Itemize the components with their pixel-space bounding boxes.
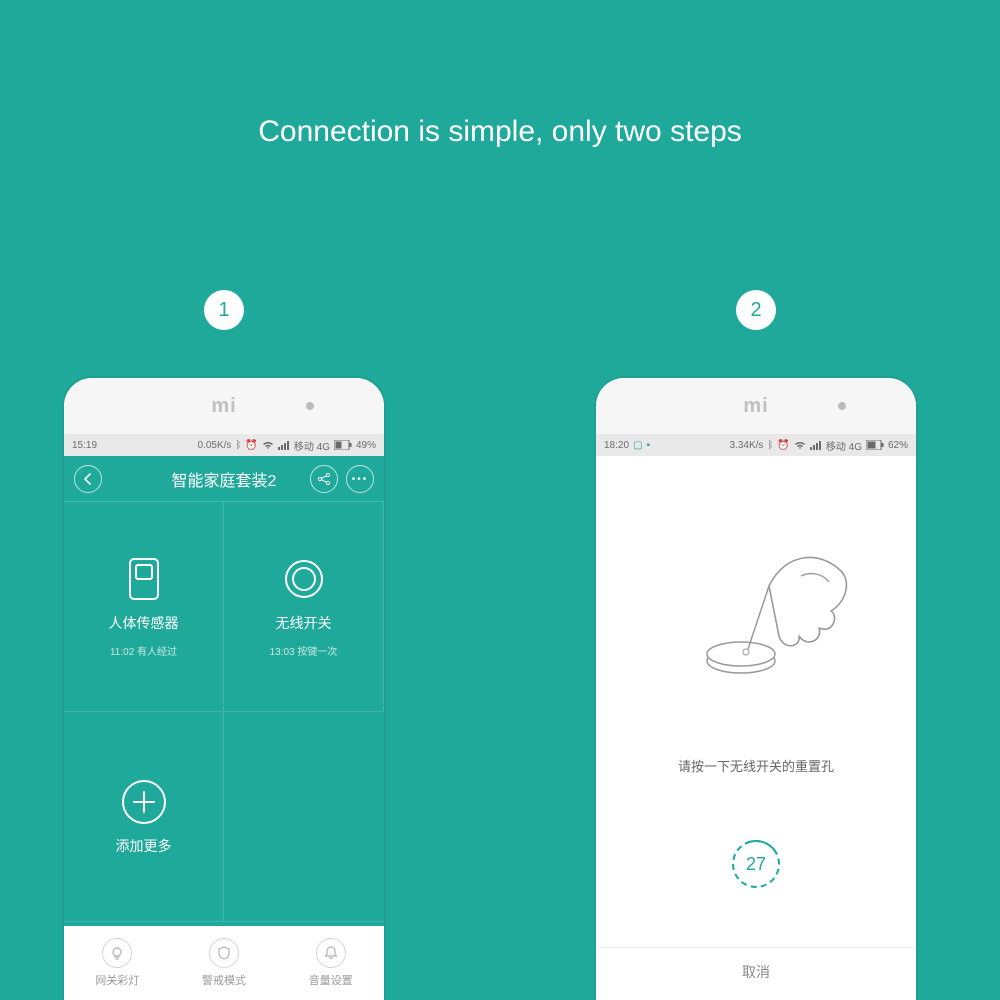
alarm-icon: ⏰ xyxy=(245,440,257,451)
phone-step-1: mi 15:19 0.05K/s ᛒ ⏰ 移动 4G 49% xyxy=(64,378,384,1000)
app-smart-home: 智能家庭套装2 ••• 人体传感器 11:02 有人经过 无线开关 13:03 … xyxy=(64,456,384,1000)
status-network: 移动 4G xyxy=(294,438,330,453)
alarm-icon: ⏰ xyxy=(777,440,789,451)
tile-label: 无线开关 xyxy=(276,613,332,633)
app-pairing: 请按一下无线开关的重置孔 27 取消 xyxy=(596,456,916,1000)
more-button[interactable]: ••• xyxy=(346,465,374,493)
step-badge-2: 2 xyxy=(736,290,776,330)
bottom-item-light[interactable]: 网关彩灯 xyxy=(64,926,171,1000)
status-battery: 49% xyxy=(356,440,376,451)
bottom-label: 网关彩灯 xyxy=(95,972,139,988)
shield-icon xyxy=(209,938,239,968)
status-bar: 15:19 0.05K/s ᛒ ⏰ 移动 4G 49% xyxy=(64,434,384,456)
battery-icon xyxy=(334,440,352,450)
status-network: 移动 4G xyxy=(826,438,862,453)
tile-motion-sensor[interactable]: 人体传感器 11:02 有人经过 xyxy=(64,502,224,712)
signal-icon xyxy=(810,440,822,450)
bottom-item-volume[interactable]: 音量设置 xyxy=(277,926,384,1000)
share-button[interactable] xyxy=(310,465,338,493)
status-battery: 62% xyxy=(888,440,908,451)
bottom-label: 音量设置 xyxy=(309,972,353,988)
mi-logo: mi xyxy=(743,395,768,418)
tile-sub: 11:02 有人经过 xyxy=(110,643,177,658)
status-speed: 0.05K/s xyxy=(197,440,231,451)
headline: Connection is simple, only two steps xyxy=(0,115,1000,149)
battery-icon xyxy=(866,440,884,450)
bottom-label: 警戒模式 xyxy=(202,972,246,988)
status-time: 18:20 xyxy=(604,440,629,451)
wifi-icon xyxy=(794,440,806,450)
tile-label: 人体传感器 xyxy=(109,613,179,633)
switch-icon xyxy=(280,555,328,603)
bluetooth-icon: ᛒ xyxy=(767,440,773,451)
tile-label: 添加更多 xyxy=(116,836,172,856)
phone-crown: mi xyxy=(596,378,916,434)
step-badge-1: 1 xyxy=(204,290,244,330)
countdown-timer: 27 xyxy=(732,840,780,888)
status-speed: 3.34K/s xyxy=(729,440,763,451)
bulb-icon xyxy=(102,938,132,968)
page-title: 智能家庭套装2 xyxy=(172,467,277,491)
wifi-icon xyxy=(262,440,274,450)
tile-add-more[interactable]: 添加更多 xyxy=(64,712,224,922)
sensor-icon xyxy=(120,555,168,603)
cancel-button[interactable]: 取消 xyxy=(596,947,916,982)
app-dot-icon: ▪ xyxy=(646,440,650,451)
status-bar: 18:20 ▢ ▪ 3.34K/s ᛒ ⏰ 移动 4G 62% xyxy=(596,434,916,456)
phone-crown: mi xyxy=(64,378,384,434)
hand-press-illustration xyxy=(596,516,916,686)
bluetooth-icon: ᛒ xyxy=(235,440,241,451)
bell-icon xyxy=(316,938,346,968)
tile-wireless-switch[interactable]: 无线开关 13:03 按键一次 xyxy=(224,502,384,712)
bottom-bar: 网关彩灯 警戒模式 音量设置 xyxy=(64,926,384,1000)
plus-icon xyxy=(120,778,168,826)
back-button[interactable] xyxy=(74,465,102,493)
status-time: 15:19 xyxy=(72,440,97,451)
cast-icon: ▢ xyxy=(633,440,642,451)
mi-logo: mi xyxy=(211,395,236,418)
instruction-text: 请按一下无线开关的重置孔 xyxy=(596,756,916,775)
signal-icon xyxy=(278,440,290,450)
app-header: 智能家庭套装2 ••• xyxy=(64,456,384,502)
tile-empty xyxy=(224,712,384,922)
tile-sub: 13:03 按键一次 xyxy=(270,643,338,658)
phone-step-2: mi 18:20 ▢ ▪ 3.34K/s ᛒ ⏰ 移动 4G 62% xyxy=(596,378,916,1000)
bottom-item-alert[interactable]: 警戒模式 xyxy=(171,926,278,1000)
